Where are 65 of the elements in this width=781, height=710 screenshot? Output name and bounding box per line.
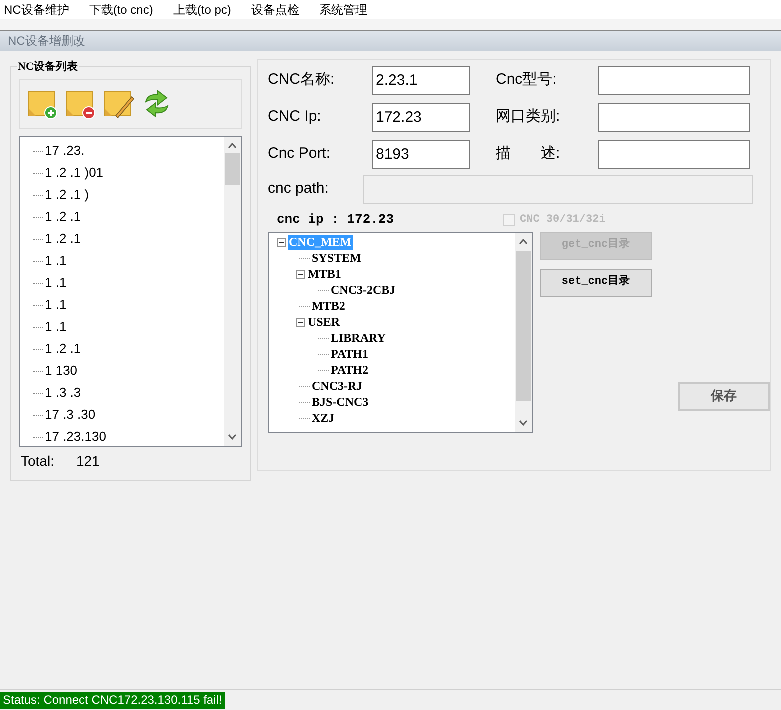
tree-item[interactable]: MTB2 [311,299,346,314]
field-label: 描 述: [496,144,562,164]
tree-item[interactable]: MTB1 [307,267,342,282]
device-item[interactable]: 1 .2 .1 [45,229,82,249]
total-value: 121 [76,452,100,471]
menu-item[interactable]: 上载(to pc) [173,0,232,18]
add-note-icon[interactable] [28,89,58,119]
directory-button[interactable]: set_cnc目录 [540,268,652,296]
window-title: NC设备增删改 [8,33,86,50]
field-label: cnc path: [268,179,330,200]
tree-item[interactable]: LIBRARY [330,331,387,346]
status-message: Status: Connect CNC172.23.130.115 fail! [0,692,226,708]
menu-item[interactable]: NC设备维护 [4,0,70,18]
collapse-icon[interactable] [296,318,305,327]
remove-note-icon[interactable] [66,89,96,119]
device-item[interactable]: 1 .2 .1 ) [45,185,90,205]
text-field[interactable] [598,103,750,132]
device-item[interactable]: 1 130 [45,361,78,381]
device-item[interactable]: 1 .2 .1 )01 [45,163,104,183]
text-field[interactable] [598,66,750,95]
text-field[interactable] [598,140,750,169]
device-item[interactable]: 1 .3 .3 [45,383,82,403]
tree-item[interactable]: PATH1 [330,347,370,362]
device-item[interactable]: 1 .1 [45,295,67,315]
scroll-down-icon[interactable] [519,420,528,426]
scrollbar-thumb[interactable] [516,250,531,400]
text-field[interactable]: 2.23.1 [372,66,470,95]
device-item[interactable]: 1 .2 .1 [45,339,82,359]
scrollbar[interactable] [224,137,241,446]
scrollbar[interactable] [515,232,532,432]
text-field[interactable]: 8193 [372,140,470,169]
field-label: Cnc Port: [268,144,332,164]
field-label: 网口类别: [496,107,562,128]
tree-item[interactable]: CNC3-RJ [311,379,364,394]
scroll-down-icon[interactable] [228,434,237,440]
tree-item[interactable]: SYSTEM [311,251,362,266]
checkbox-label: CNC 30/31/32i [520,212,606,228]
device-item[interactable]: 1 .2 .1 [45,207,82,227]
ip-label: cnc ip : 172.23 [277,211,396,229]
collapse-icon[interactable] [296,270,305,279]
tree-item[interactable]: XZJ [311,411,336,426]
edit-note-icon[interactable] [104,89,134,119]
device-item[interactable]: 17 .3 .30 [45,405,96,425]
menu-item[interactable]: 系统管理 [319,0,368,18]
device-item[interactable]: 17 .23. [45,141,85,161]
save-button[interactable]: 保存 [678,382,770,410]
menu-item[interactable]: 下载(to cnc) [89,0,154,18]
device-item[interactable]: 1 .1 [45,317,67,337]
collapse-icon[interactable] [277,238,286,247]
device-item[interactable]: 1 .1 [45,251,67,271]
scrollbar-thumb[interactable] [225,153,240,185]
field-label: CNC名称: [268,70,336,90]
menu-item[interactable]: 设备点检 [251,0,300,18]
total-label: Total: [21,452,54,471]
device-item[interactable]: 1 .1 [45,273,67,293]
text-field[interactable]: 172.23 [372,103,470,132]
scroll-up-icon[interactable] [519,238,528,244]
scroll-up-icon[interactable] [228,143,237,149]
tree-item[interactable]: CNC3-2CBJ [330,283,397,298]
tree-item[interactable]: PATH2 [330,363,370,378]
device-item[interactable]: 17 .23.130 [45,427,106,446]
tree-item[interactable]: BJS-CNC3 [311,395,370,410]
tree-item[interactable]: USER [307,315,342,330]
field-label: CNC Ip: [268,107,322,128]
field-label: Cnc型号: [496,70,558,90]
